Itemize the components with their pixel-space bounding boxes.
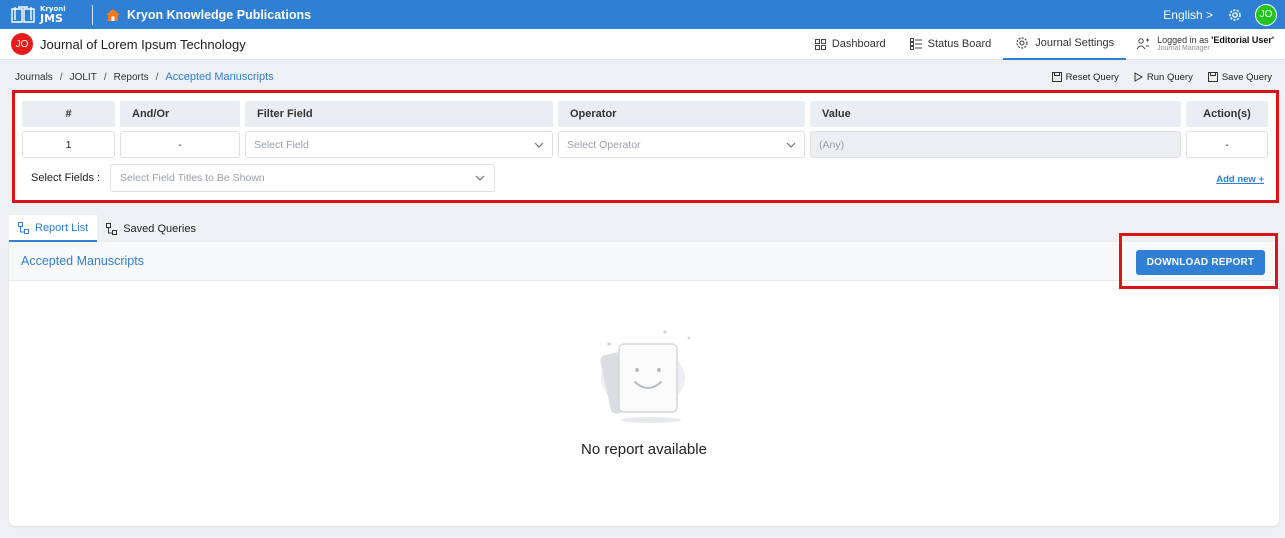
header-actions: Action(s) — [1186, 101, 1268, 127]
play-icon — [1134, 72, 1143, 82]
language-selector[interactable]: English > — [1163, 8, 1213, 22]
publisher-link[interactable]: Kryon Knowledge Publications — [105, 8, 311, 22]
report-header: Accepted Manuscripts — [9, 242, 1279, 281]
publisher-name: Kryon Knowledge Publications — [127, 7, 312, 22]
filter-field-select[interactable]: Select Field — [245, 131, 553, 158]
journal-avatar: JO — [11, 33, 33, 55]
tab-saved-queries[interactable]: Saved Queries — [97, 215, 205, 242]
run-query-button[interactable]: Run Query — [1134, 72, 1193, 83]
add-new-link[interactable]: Add new + — [1216, 174, 1264, 185]
login-subrole: Journal Manager — [1157, 45, 1210, 53]
breadcrumb-row: Journals / JOLIT / Reports / Accepted Ma… — [0, 68, 1285, 86]
header-value: Value — [810, 101, 1181, 127]
chevron-down-icon — [786, 142, 796, 148]
top-bar: Kryoni JMS Kryon Knowledge Publications … — [0, 0, 1285, 29]
report-title: Accepted Manuscripts — [21, 254, 144, 268]
list-board-icon — [909, 38, 922, 50]
gear-icon[interactable] — [1227, 7, 1243, 23]
tab-report-list-label: Report List — [35, 221, 89, 234]
breadcrumb-jolit[interactable]: JOLIT — [70, 72, 97, 83]
breadcrumb: Journals / JOLIT / Reports / Accepted Ma… — [15, 71, 274, 83]
breadcrumb-journals[interactable]: Journals — [15, 72, 53, 83]
grid-icon — [814, 38, 826, 50]
settings-icon — [1016, 37, 1028, 49]
value-input[interactable]: (Any) — [810, 131, 1181, 158]
nav-journal-settings-label: Journal Settings — [1035, 37, 1115, 49]
divider — [92, 4, 93, 25]
run-query-label: Run Query — [1146, 71, 1193, 83]
nav-dashboard[interactable]: Dashboard — [803, 29, 898, 60]
report-list-icon — [18, 221, 29, 234]
header-filter-field: Filter Field — [245, 101, 553, 127]
select-fields-dropdown[interactable]: Select Field Titles to Be Shown — [110, 164, 495, 192]
save-query-label: Save Query — [1221, 71, 1272, 83]
breadcrumb-reports[interactable]: Reports — [114, 72, 149, 83]
operator-placeholder: Select Operator — [567, 138, 641, 151]
header-number: # — [22, 101, 115, 127]
empty-state-illustration — [600, 330, 691, 423]
save-query-button[interactable]: Save Query — [1207, 71, 1272, 83]
header-and-or: And/Or — [120, 101, 240, 127]
login-prefix: Logged in as — [1157, 34, 1209, 45]
logo-big-text: JMS — [40, 11, 63, 25]
breadcrumb-separator: / — [59, 71, 63, 83]
nav-dashboard-label: Dashboard — [831, 38, 886, 50]
empty-state-text: No report available — [581, 441, 707, 458]
query-filter-panel: # And/Or Filter Field Operator Value Act… — [12, 90, 1279, 203]
nav-journal-settings[interactable]: Journal Settings — [1003, 29, 1127, 60]
query-actions: Reset Query Run Query Save Query — [1037, 72, 1272, 83]
kryoni-jms-logo[interactable]: Kryoni JMS — [10, 5, 82, 25]
chevron-down-icon — [475, 175, 485, 181]
user-avatar[interactable]: JO — [1255, 3, 1277, 26]
filter-field-placeholder: Select Field — [254, 138, 309, 151]
and-or-select[interactable]: - — [120, 131, 240, 158]
operator-select[interactable]: Select Operator — [558, 131, 805, 158]
user-switch-icon — [1136, 38, 1150, 50]
report-tabs: Report List Saved Queries — [9, 215, 205, 242]
reset-query-button[interactable]: Reset Query — [1051, 71, 1119, 83]
breadcrumb-separator: / — [155, 71, 159, 83]
breadcrumb-current: Accepted Manuscripts — [165, 71, 274, 83]
save-disk-icon — [1051, 72, 1062, 82]
row-action[interactable]: - — [1186, 131, 1268, 158]
select-fields-placeholder: Select Field Titles to Be Shown — [120, 172, 265, 184]
tab-report-list[interactable]: Report List — [9, 215, 98, 242]
journal-title: Journal of Lorem Ipsum Technology — [40, 36, 246, 52]
row-number: 1 — [22, 131, 115, 158]
tab-saved-queries-label: Saved Queries — [123, 222, 196, 235]
login-role: 'Editorial User' — [1211, 34, 1274, 45]
select-fields-label: Select Fields : — [31, 172, 101, 184]
home-icon — [106, 8, 120, 21]
saved-queries-icon — [106, 222, 118, 235]
nav-status-board-label: Status Board — [927, 38, 992, 50]
journal-bar: JO Journal of Lorem Ipsum Technology Das… — [0, 29, 1285, 60]
nav-status-board[interactable]: Status Board — [898, 29, 1004, 60]
header-operator: Operator — [558, 101, 805, 127]
book-logo-icon — [11, 5, 35, 23]
download-report-button[interactable]: DOWNLOAD REPORT — [1136, 250, 1265, 275]
report-card: Accepted Manuscripts DOWNLOAD REPORT No … — [9, 233, 1279, 526]
chevron-down-icon — [534, 142, 544, 148]
journal-nav: Dashboard Status Board Journal Settings — [803, 29, 1285, 60]
download-highlight: DOWNLOAD REPORT — [1119, 233, 1278, 289]
save-disk-icon — [1207, 72, 1218, 82]
reset-query-label: Reset Query — [1065, 71, 1119, 83]
breadcrumb-separator: / — [103, 71, 107, 83]
login-info[interactable]: Logged in as 'Editorial User' Journal Ma… — [1136, 29, 1274, 60]
